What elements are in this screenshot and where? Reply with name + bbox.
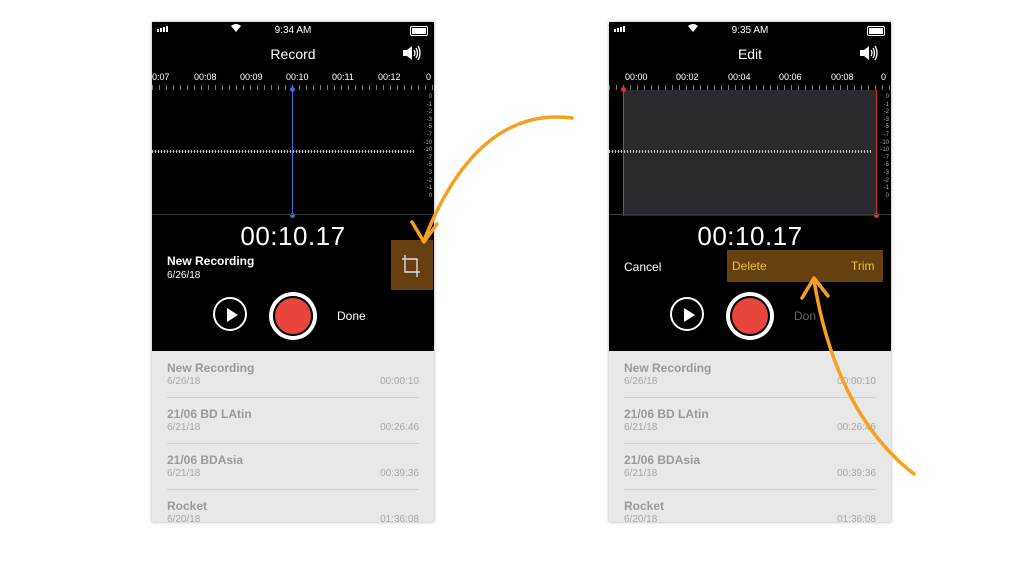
record-icon[interactable] xyxy=(269,292,317,340)
ruler-label: 00:09 xyxy=(240,72,263,82)
list-item[interactable]: New Recording 6/26/18 00:00:10 xyxy=(167,351,419,398)
ruler-label: 00:08 xyxy=(194,72,217,82)
ruler-label: 0:07 xyxy=(152,72,170,82)
list-item[interactable]: 21/06 BDAsia 6/21/18 00:39:36 xyxy=(624,443,876,490)
crop-icon[interactable] xyxy=(401,254,421,278)
ruler-label: 00:00 xyxy=(625,72,648,82)
ruler-label: 00:10 xyxy=(286,72,309,82)
recording-name: New Recording xyxy=(167,254,255,268)
list-item[interactable]: New Recording 6/26/18 00:00:10 xyxy=(624,351,876,398)
status-bar: 9:34 AM xyxy=(152,22,434,40)
done-button[interactable]: Done xyxy=(337,309,366,323)
ruler-label: 00:02 xyxy=(676,72,699,82)
play-icon[interactable] xyxy=(213,297,247,331)
ruler-label: 00:08 xyxy=(831,72,854,82)
db-scale: 0 -1 -2 -3 -5 -7 -10 -10 -7 -5 -3 -2 -1 0 xyxy=(423,94,432,199)
trim-start-dot xyxy=(621,87,626,92)
recording-timer: 00:10.17 xyxy=(697,221,803,251)
status-time: 9:34 AM xyxy=(274,25,312,36)
trim-button[interactable]: Trim xyxy=(851,259,875,273)
status-bar: 9:35 AM xyxy=(609,22,891,40)
ruler-label: 00:06 xyxy=(779,72,802,82)
playhead[interactable] xyxy=(292,90,293,216)
ruler-label: 00:11 xyxy=(332,72,354,82)
battery-icon xyxy=(867,26,885,36)
battery-icon xyxy=(410,26,428,36)
recording-date: 6/26/18 xyxy=(167,270,201,281)
speaker-icon[interactable] xyxy=(402,45,422,61)
waveform[interactable]: 0 -1 -2 -3 -5 -7 -10 -10 -7 -5 -3 -2 -1 0 xyxy=(152,87,434,218)
ruler-label: 00:12 xyxy=(378,72,401,82)
page-title: Record xyxy=(270,46,316,62)
recordings-list: New Recording 6/26/18 00:00:10 21/06 BD … xyxy=(152,351,434,522)
timeline-ruler[interactable]: 00:00 00:02 00:04 00:06 00:08 0 xyxy=(609,72,891,90)
list-item[interactable]: Rocket 6/20/18 01:36:08 xyxy=(624,489,876,522)
playhead-top-dot xyxy=(290,87,295,92)
ruler-label: 0 xyxy=(881,72,887,82)
ruler-label: 00:04 xyxy=(728,72,751,82)
ruler-label: 0 xyxy=(426,72,432,82)
waveform[interactable]: 0 -1 -2 -3 -5 -7 -10 -10 -7 -5 -3 -2 -1 0 xyxy=(609,87,891,218)
trim-start-handle[interactable] xyxy=(623,90,624,216)
page-title: Edit xyxy=(737,46,763,62)
trim-selection[interactable] xyxy=(623,90,877,216)
speaker-icon[interactable] xyxy=(859,45,879,61)
arrow-to-trim-icon xyxy=(423,115,574,240)
list-item[interactable]: 21/06 BDAsia 6/21/18 00:39:36 xyxy=(167,443,419,490)
db-scale: 0 -1 -2 -3 -5 -7 -10 -10 -7 -5 -3 -2 -1 0 xyxy=(880,94,889,199)
record-icon[interactable] xyxy=(726,292,774,340)
play-icon[interactable] xyxy=(670,297,704,331)
done-button[interactable]: Don xyxy=(794,309,816,323)
list-item[interactable]: 21/06 BD LAtin 6/21/18 00:26:46 xyxy=(167,397,419,444)
recordings-list: New Recording 6/26/18 00:00:10 21/06 BD … xyxy=(609,351,891,522)
list-item[interactable]: 21/06 BD LAtin 6/21/18 00:26:46 xyxy=(624,397,876,444)
delete-button[interactable]: Delete xyxy=(732,259,767,273)
list-item[interactable]: Rocket 6/20/18 01:36:08 xyxy=(167,489,419,522)
status-time: 9:35 AM xyxy=(731,25,769,36)
cancel-button[interactable]: Cancel xyxy=(624,260,661,274)
